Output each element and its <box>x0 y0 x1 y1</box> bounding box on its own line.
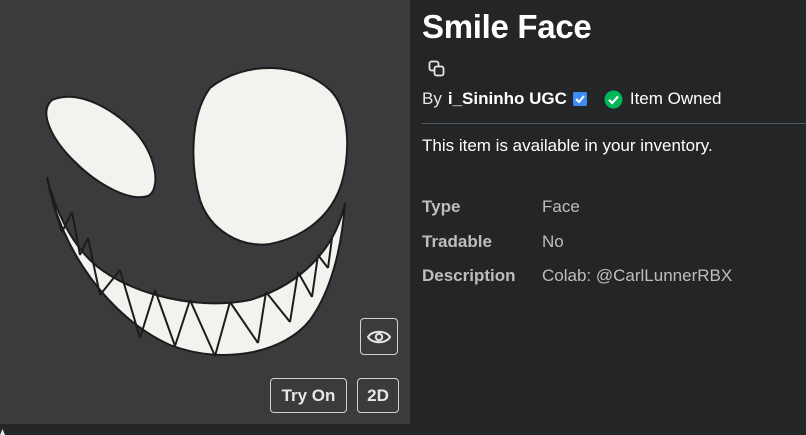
divider <box>422 123 806 124</box>
by-prefix: By <box>422 89 442 108</box>
detail-label: Tradable <box>422 232 492 251</box>
detail-value: Face <box>542 197 580 216</box>
detail-value: No <box>542 232 564 251</box>
detail-label: Type <box>422 197 461 216</box>
creator-link[interactable]: i_Sininho UGC <box>448 89 567 109</box>
page-title: Smile Face <box>422 8 592 45</box>
view-2d-button[interactable]: 2D <box>357 378 399 413</box>
eye-icon <box>367 330 391 343</box>
copy-icon[interactable] <box>428 60 446 78</box>
byline: By i_Sininho UGC Item Owned <box>422 89 722 109</box>
checkmark-circle-icon <box>604 90 623 109</box>
detail-label: Description <box>422 266 516 285</box>
item-preview: Try On 2D <box>0 0 410 424</box>
preview-toggle-button[interactable] <box>360 318 398 355</box>
item-owned-label: Item Owned <box>629 89 722 108</box>
try-on-button[interactable]: Try On <box>270 378 347 413</box>
detail-value: Colab: @CarlLunnerRBX <box>542 266 733 285</box>
smile-face-thumbnail <box>45 67 349 357</box>
corner-arrow-icon <box>0 429 5 435</box>
availability-text: This item is available in your inventory… <box>422 136 713 155</box>
verified-badge-icon <box>572 91 588 107</box>
